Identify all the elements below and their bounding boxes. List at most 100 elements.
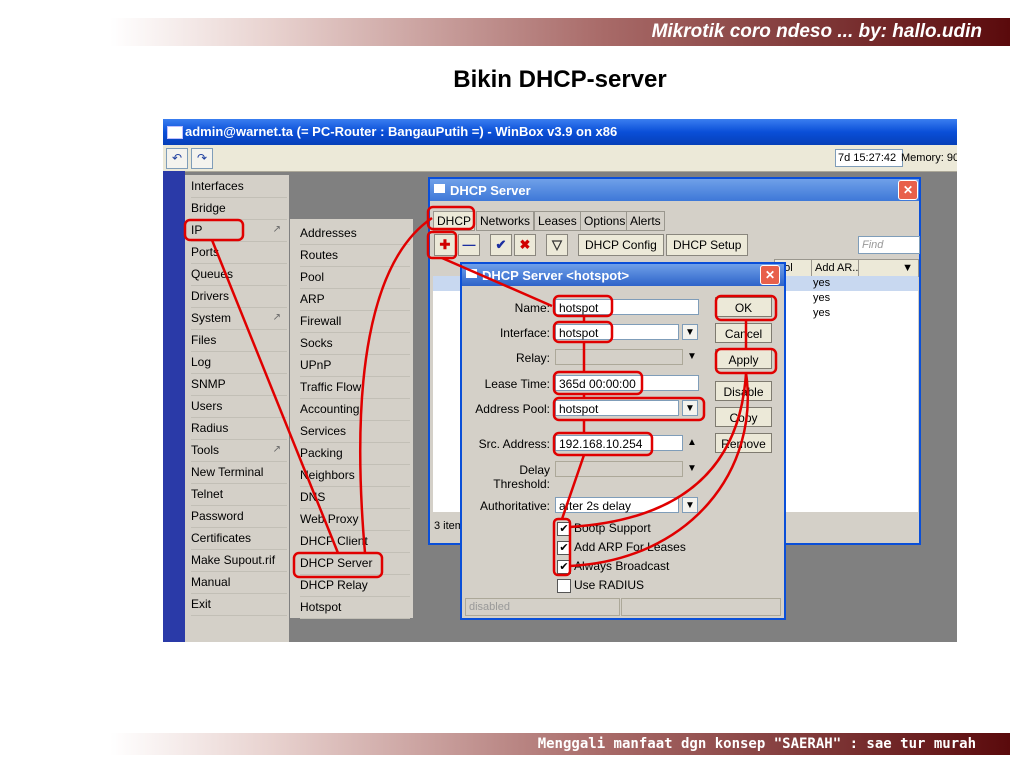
use-radius-checkbox[interactable] — [557, 579, 571, 593]
add-button[interactable]: ✚ — [434, 234, 456, 256]
sidebar-strip — [163, 171, 185, 642]
tab-options[interactable]: Options — [580, 211, 630, 231]
close-button[interactable]: ✕ — [898, 180, 918, 200]
redo-button[interactable]: ↷ — [191, 148, 213, 169]
add-arp-checkbox[interactable]: ✔ — [557, 541, 571, 555]
src-address-toggle[interactable]: ▲ — [684, 435, 700, 451]
check-icon: ✔ — [559, 523, 569, 535]
disable-button[interactable]: Disable — [715, 381, 772, 401]
always-broadcast-checkbox[interactable]: ✔ — [557, 560, 571, 574]
submenu-packing[interactable]: Packing — [300, 442, 410, 465]
menu-certificates[interactable]: Certificates — [191, 527, 287, 550]
check-icon: ✔ — [495, 237, 507, 252]
use-radius-label: Use RADIUS — [574, 578, 645, 592]
window-icon — [167, 126, 183, 139]
menu-ports[interactable]: Ports — [191, 241, 287, 264]
tab-networks[interactable]: Networks — [476, 211, 535, 231]
menu-users[interactable]: Users — [191, 395, 287, 418]
submenu-arp[interactable]: ARP — [300, 288, 410, 311]
memory-label: Memory: 90 — [901, 152, 957, 164]
close-icon: ✕ — [764, 268, 776, 282]
tab-alerts[interactable]: Alerts — [626, 211, 665, 231]
authoritative-select[interactable]: after 2s delay — [555, 497, 679, 513]
menu-radius[interactable]: Radius — [191, 417, 287, 440]
check-icon: ✔ — [559, 561, 569, 573]
interface-select[interactable]: hotspot — [555, 324, 679, 340]
name-label: Name: — [514, 301, 550, 315]
cancel-button[interactable]: Cancel — [715, 323, 772, 343]
menu-bridge[interactable]: Bridge — [191, 197, 287, 220]
relay-dropdown[interactable]: ▼ — [684, 349, 700, 365]
ok-button[interactable]: OK — [715, 297, 772, 317]
menu-new-terminal[interactable]: New Terminal — [191, 461, 287, 484]
address-pool-select[interactable]: hotspot — [555, 400, 679, 416]
menu-interfaces[interactable]: Interfaces — [191, 175, 287, 198]
submenu-hotspot[interactable]: Hotspot — [300, 596, 410, 619]
apply-button[interactable]: Apply — [715, 349, 772, 369]
submenu-web-proxy[interactable]: Web Proxy — [300, 508, 410, 531]
menu-system[interactable]: System ↗ — [191, 307, 287, 330]
submenu-services[interactable]: Services — [300, 420, 410, 443]
menu-queues[interactable]: Queues — [191, 263, 287, 286]
relay-field[interactable] — [555, 349, 683, 365]
menu-drivers[interactable]: Drivers — [191, 285, 287, 308]
submenu-firewall[interactable]: Firewall — [300, 310, 410, 333]
menu-manual[interactable]: Manual — [191, 571, 287, 594]
submenu-dns[interactable]: DNS — [300, 486, 410, 509]
winbox-toolbar: ↶ ↷ 7d 15:27:42 Memory: 90 — [163, 145, 957, 172]
menu-snmp[interactable]: SNMP — [191, 373, 287, 396]
undo-button[interactable]: ↶ — [166, 148, 188, 169]
remove-button[interactable]: — — [458, 234, 480, 256]
column-header[interactable]: Add AR... — [811, 259, 862, 277]
menu-telnet[interactable]: Telnet — [191, 483, 287, 506]
submenu-dhcp-relay[interactable]: DHCP Relay — [300, 574, 410, 597]
minus-icon: — — [462, 237, 476, 252]
menu-files[interactable]: Files — [191, 329, 287, 352]
column-header[interactable]: ▼ — [858, 259, 919, 277]
menu-ip[interactable]: IP ↗ — [191, 219, 287, 242]
disable-button[interactable]: ✖ — [514, 234, 536, 256]
submenu-addresses[interactable]: Addresses — [300, 222, 410, 245]
submenu-upnp[interactable]: UPnP — [300, 354, 410, 377]
enable-button[interactable]: ✔ — [490, 234, 512, 256]
tab-leases[interactable]: Leases — [534, 211, 581, 231]
submenu-routes[interactable]: Routes — [300, 244, 410, 267]
src-address-field[interactable]: 192.168.10.254 — [555, 435, 683, 451]
interface-label: Interface: — [499, 326, 550, 340]
winbox-titlebar: admin@warnet.ta (= PC-Router : BangauPut… — [163, 119, 957, 145]
close-button[interactable]: ✕ — [760, 265, 780, 285]
tab-dhcp[interactable]: DHCP — [433, 211, 476, 231]
add-arp-label: Add ARP For Leases — [574, 540, 686, 554]
main-menu: Interfaces Bridge IP ↗ Ports Queues Drive… — [185, 175, 289, 642]
interface-dropdown[interactable]: ▼ — [682, 324, 698, 340]
submenu-dhcp-client[interactable]: DHCP Client — [300, 530, 410, 553]
menu-make-supout[interactable]: Make Supout.rif — [191, 549, 287, 572]
submenu-accounting[interactable]: Accounting — [300, 398, 410, 421]
menu-password[interactable]: Password — [191, 505, 287, 528]
menu-log[interactable]: Log — [191, 351, 287, 374]
submenu-pool[interactable]: Pool — [300, 266, 410, 289]
delay-threshold-dropdown[interactable]: ▼ — [684, 461, 700, 477]
copy-button[interactable]: Copy — [715, 407, 772, 427]
chevron-down-icon: ▼ — [685, 500, 695, 511]
submenu-neighbors[interactable]: Neighbors — [300, 464, 410, 487]
authoritative-dropdown[interactable]: ▼ — [682, 497, 698, 513]
remove-button[interactable]: Remove — [715, 433, 772, 453]
delay-threshold-field[interactable] — [555, 461, 683, 477]
submenu-dhcp-server[interactable]: DHCP Server — [300, 552, 410, 575]
address-pool-dropdown[interactable]: ▼ — [682, 400, 698, 416]
redo-icon: ↷ — [196, 151, 208, 165]
menu-exit[interactable]: Exit — [191, 593, 287, 616]
lease-time-field[interactable]: 365d 00:00:00 — [555, 375, 699, 391]
submenu-socks[interactable]: Socks — [300, 332, 410, 355]
name-field[interactable]: hotspot — [555, 299, 699, 315]
dhcp-config-button[interactable]: DHCP Config — [578, 234, 664, 256]
find-input[interactable]: Find — [858, 236, 920, 254]
bootp-support-checkbox[interactable]: ✔ — [557, 522, 571, 536]
filter-button[interactable]: ▽ — [546, 234, 568, 256]
dhcp-setup-button[interactable]: DHCP Setup — [666, 234, 749, 256]
check-icon: ✔ — [559, 542, 569, 554]
menu-tools[interactable]: Tools ↗ — [191, 439, 287, 462]
submenu-traffic-flow[interactable]: Traffic Flow — [300, 376, 410, 399]
delay-threshold-label: Delay Threshold: — [493, 463, 550, 491]
